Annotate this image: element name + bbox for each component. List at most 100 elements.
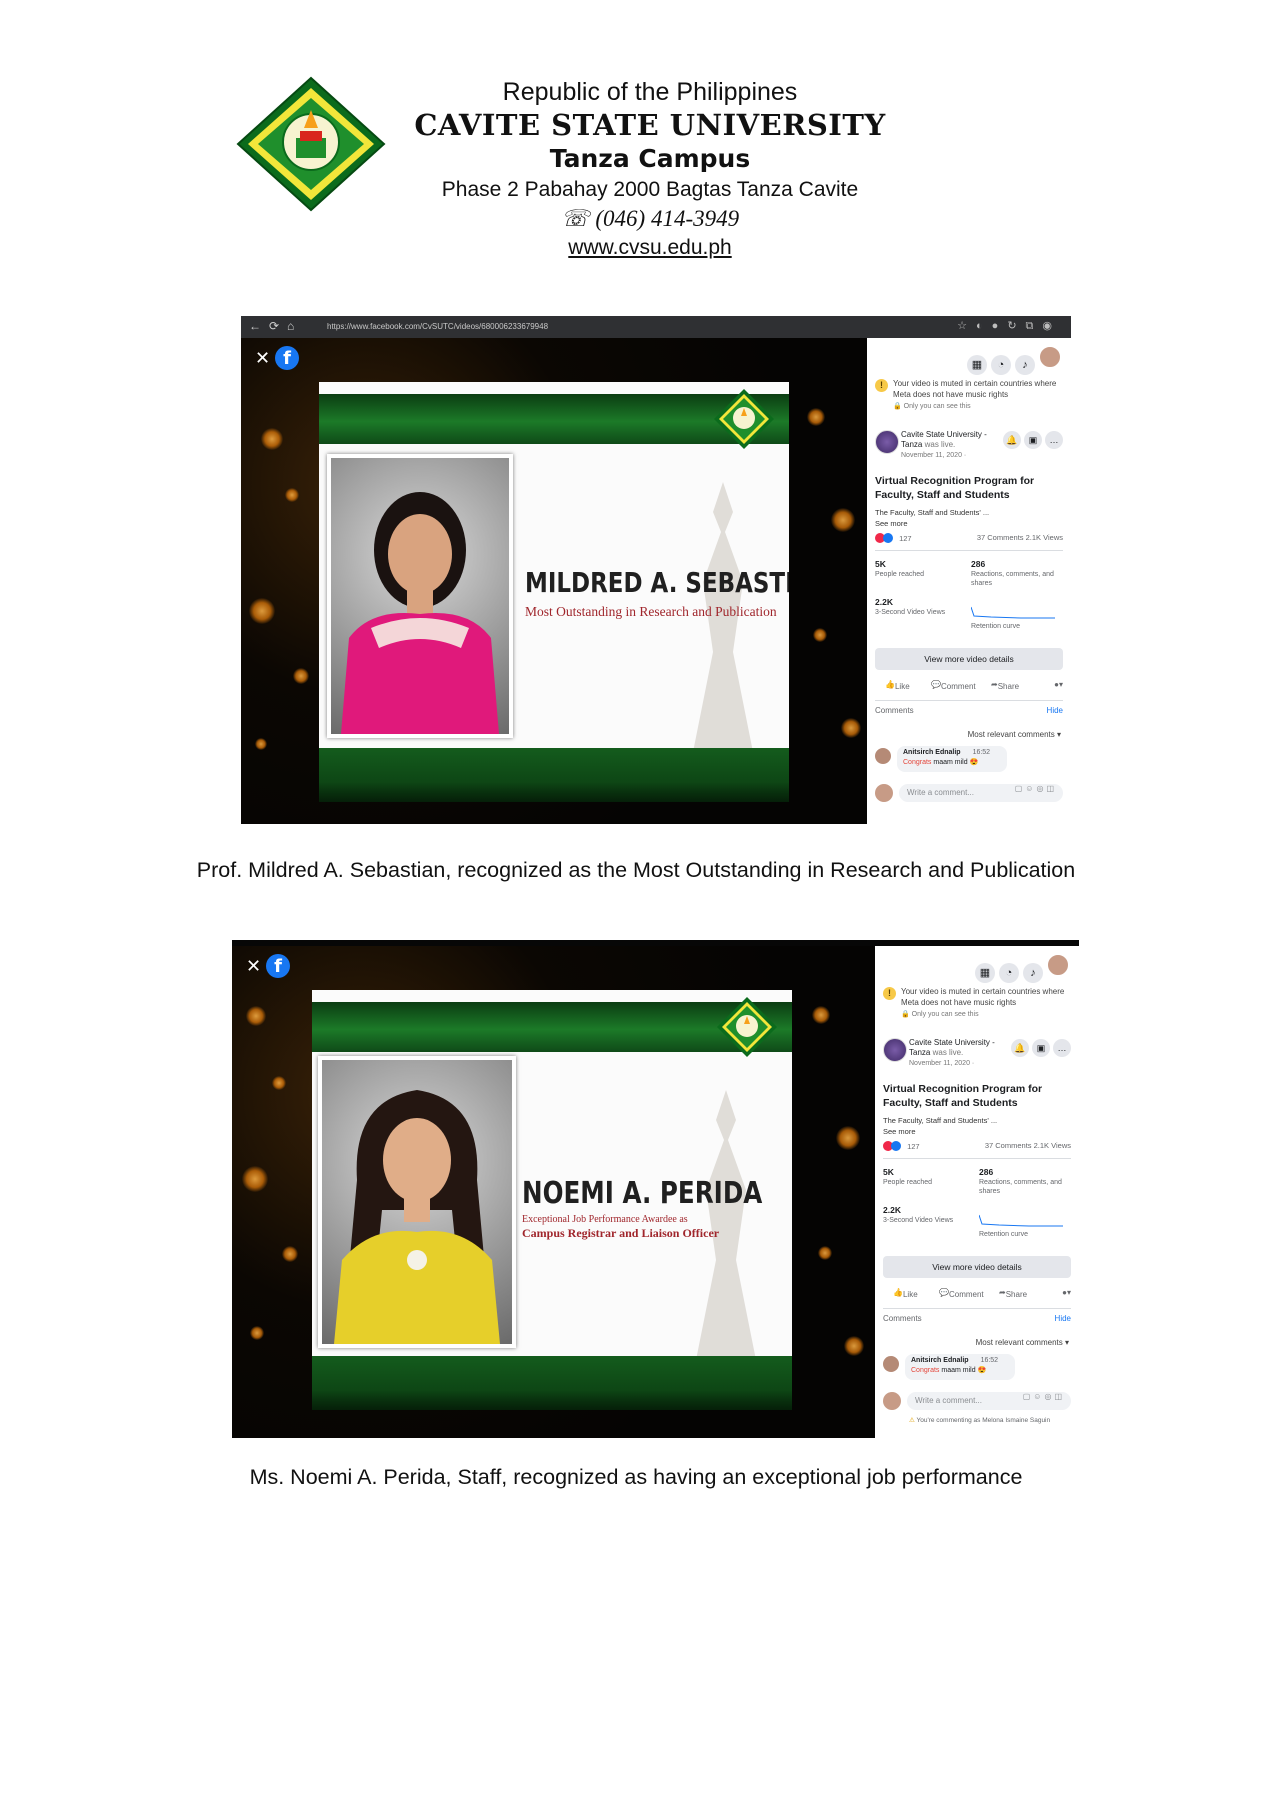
retention-label: Retention curve — [971, 623, 1021, 630]
comment-input-icons[interactable]: ▢☺◎◫ — [1023, 1392, 1065, 1401]
page-avatar[interactable] — [883, 1038, 907, 1062]
reaction-icons[interactable] — [883, 1141, 901, 1152]
awardee-portrait — [327, 454, 513, 738]
write-comment-row: Write a comment... ▢☺◎◫ — [883, 1392, 1071, 1412]
divider — [875, 700, 1063, 701]
stat-label: Reactions, comments, and shares — [979, 1179, 1062, 1195]
hide-comments-link[interactable]: Hide — [1047, 706, 1063, 715]
browser-extension-icons[interactable]: ☆◐●↻⧉◉ — [957, 319, 1061, 333]
bell-icon[interactable]: 🔔 — [1011, 1039, 1029, 1057]
post-actions: 🔔 ▣… — [1008, 1038, 1071, 1057]
stat-value: 2.2K — [875, 597, 893, 607]
comment-highlight: Congrats — [903, 759, 932, 766]
comment-input-icons[interactable]: ▢☺◎◫ — [1015, 784, 1057, 793]
bokeh-light — [255, 738, 267, 750]
bokeh-light — [250, 1326, 264, 1340]
heart-eyes-emoji-icon: 😍 — [969, 759, 979, 766]
facebook-logo-icon[interactable]: f — [266, 954, 290, 978]
share-button[interactable]: ➦ Share — [999, 1288, 1027, 1299]
like-button[interactable]: 👍 Like — [885, 680, 910, 691]
save-icon[interactable]: ▣ — [1024, 431, 1042, 449]
commenter-avatar[interactable] — [875, 748, 891, 764]
country-line: Republic of the Philippines — [502, 78, 798, 106]
address-bar[interactable]: https://www.facebook.com/CvSUTC/videos/6… — [327, 320, 871, 334]
award-title-line2: Campus Registrar and Liaison Officer — [522, 1226, 720, 1240]
reaction-count[interactable]: 127 — [899, 534, 912, 543]
facebook-logo-icon[interactable]: f — [275, 346, 299, 370]
three-second-views-stat: 2.2K 3-Second Video Views — [875, 598, 965, 617]
phone-text: (046) 414-3949 — [595, 206, 740, 231]
reaction-icons[interactable] — [875, 533, 893, 544]
post-snippet: The Faculty, Staff and Students' ... — [883, 1116, 998, 1125]
notifications-icon[interactable]: ♪ — [1023, 963, 1043, 983]
menu-grid-icon[interactable]: ▦ — [975, 963, 995, 983]
comment-button[interactable]: 💬 Comment — [931, 680, 976, 691]
comments-label: Comments — [875, 706, 914, 715]
messenger-icon[interactable]: ◔ — [991, 355, 1011, 375]
post-author-row: Cavite State University - Tanza was live… — [883, 1038, 1071, 1074]
music-rights-notice: ! Your video is muted in certain countri… — [883, 986, 1071, 1020]
profile-avatar[interactable] — [1047, 954, 1069, 976]
hide-comments-link[interactable]: Hide — [1055, 1314, 1071, 1323]
browser-nav-icons[interactable]: ←⟳⌂ — [249, 319, 302, 333]
campus-name: Tanza Campus — [549, 144, 751, 173]
interactions-stat: 286 Reactions, comments, and shares — [979, 1168, 1069, 1196]
more-options-icon[interactable]: … — [1045, 431, 1063, 449]
campus-address: Phase 2 Pabahay 2000 Bagtas Tanza Cavite — [441, 178, 859, 201]
close-icon[interactable]: ✕ — [246, 956, 261, 977]
slide-bottom-band — [312, 1356, 792, 1410]
page-name[interactable]: Cavite State University - Tanza was live… — [909, 1038, 999, 1058]
video-player[interactable]: ✕ f MILDRED A. SEBAST Most Outstanding i… — [241, 338, 867, 824]
menu-grid-icon[interactable]: ▦ — [967, 355, 987, 375]
like-button[interactable]: 👍 Like — [893, 1288, 918, 1299]
notifications-icon[interactable]: ♪ — [1015, 355, 1035, 375]
bokeh-light — [293, 668, 309, 684]
comment-time: 16:52 — [972, 749, 991, 756]
see-more-link[interactable]: See more — [875, 519, 908, 528]
view-video-details-button[interactable]: View more video details — [883, 1256, 1071, 1278]
commenter-avatar[interactable] — [883, 1356, 899, 1372]
view-video-details-button[interactable]: View more video details — [875, 648, 1063, 670]
comment-item: Anitsirch Ednalip 16:52 Congrats maam mil… — [875, 746, 1057, 772]
comment-label: Comment — [948, 1290, 984, 1299]
post-snippet: The Faculty, Staff and Students' ... — [875, 508, 990, 517]
like-label: Like — [894, 682, 910, 691]
award-title: Most Outstanding in Research and Publica… — [525, 604, 777, 619]
cvsu-seal-mini-icon — [714, 389, 774, 449]
people-reached-stat: 5K People reached — [883, 1168, 973, 1187]
bokeh-light — [844, 1336, 864, 1356]
slide-bottom-band — [319, 748, 789, 802]
bokeh-light — [249, 598, 275, 624]
save-icon[interactable]: ▣ — [1032, 1039, 1050, 1057]
website-link[interactable]: www.cvsu.edu.ph — [360, 234, 940, 262]
bokeh-light — [242, 1166, 268, 1192]
comment-text: maam mild — [933, 759, 968, 766]
commenter-name[interactable]: Anitsirch Ednalip — [911, 1357, 969, 1364]
retention-curve-sparkline — [979, 1214, 1063, 1227]
page-name[interactable]: Cavite State University - Tanza was live… — [901, 430, 991, 450]
post-as-avatar-icon[interactable]: ●▾ — [1054, 680, 1063, 689]
close-icon[interactable]: ✕ — [255, 348, 270, 369]
stat-label: People reached — [875, 571, 925, 578]
notice-text: Your video is muted in certain countries… — [893, 379, 1057, 399]
commenter-name[interactable]: Anitsirch Ednalip — [903, 749, 961, 756]
see-more-link[interactable]: See more — [883, 1127, 916, 1136]
write-comment-row: Write a comment... ▢☺◎◫ — [875, 784, 1063, 804]
reaction-count[interactable]: 127 — [907, 1142, 920, 1151]
video-player[interactable]: ✕ f NOEMI A. PERIDA Exceptional Job Perf… — [232, 946, 875, 1438]
stat-label: 3-Second Video Views — [875, 609, 946, 616]
comment-highlight: Congrats — [911, 1367, 940, 1374]
share-button[interactable]: ➦ Share — [991, 680, 1019, 691]
bell-icon[interactable]: 🔔 — [1003, 431, 1021, 449]
post-as-avatar-icon[interactable]: ●▾ — [1062, 1288, 1071, 1297]
page-avatar[interactable] — [875, 430, 899, 454]
comment-sort-dropdown[interactable]: Most relevant comments ▾ — [968, 730, 1061, 739]
messenger-icon[interactable]: ◔ — [999, 963, 1019, 983]
awardee-name: MILDRED A. SEBASTIAN — [525, 566, 789, 599]
profile-avatar[interactable] — [1039, 346, 1061, 368]
comment-sort-dropdown[interactable]: Most relevant comments ▾ — [976, 1338, 1069, 1347]
caption-first: Prof. Mildred A. Sebastian, recognized a… — [196, 858, 1076, 882]
bokeh-light — [813, 628, 827, 642]
more-options-icon[interactable]: … — [1053, 1039, 1071, 1057]
comment-button[interactable]: 💬 Comment — [939, 1288, 984, 1299]
